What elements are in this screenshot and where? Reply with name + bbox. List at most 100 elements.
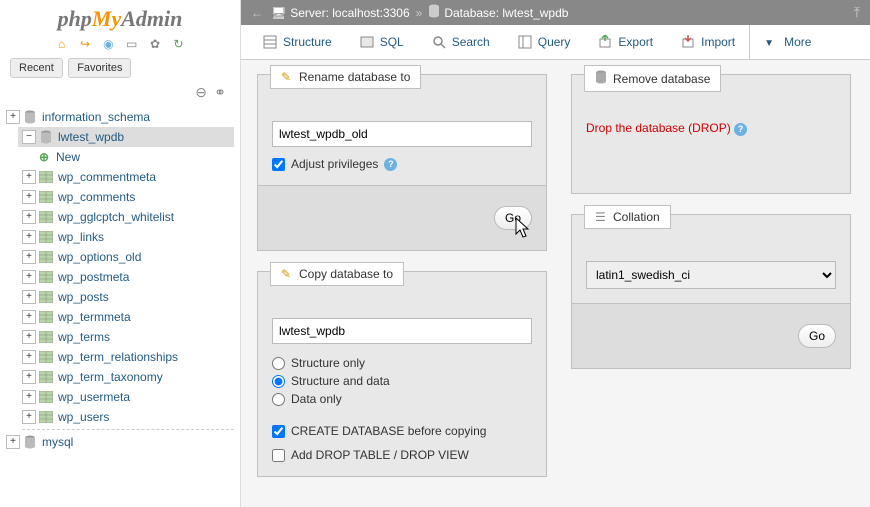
- data-only-label[interactable]: Data only: [291, 392, 342, 406]
- tree-toggle-icon[interactable]: +: [22, 230, 36, 244]
- tree-item-label[interactable]: wp_posts: [58, 290, 109, 304]
- tree-item-label[interactable]: wp_options_old: [58, 250, 141, 264]
- tree-toggle-icon[interactable]: −: [22, 130, 36, 144]
- sql-icon: [360, 35, 374, 49]
- tree-item-label[interactable]: wp_gglcptch_whitelist: [58, 210, 174, 224]
- tree-toggle-icon[interactable]: +: [22, 330, 36, 344]
- structure-only-label[interactable]: Structure only: [291, 356, 365, 370]
- tree-item[interactable]: + wp_comments: [22, 187, 234, 207]
- tree-item-label[interactable]: wp_term_taxonomy: [58, 370, 163, 384]
- tree-item-label[interactable]: wp_termmeta: [58, 310, 131, 324]
- tree-item[interactable]: + wp_term_taxonomy: [22, 367, 234, 387]
- link-icon[interactable]: ⚭: [214, 84, 226, 100]
- adjust-privileges-label[interactable]: Adjust privileges: [291, 157, 378, 171]
- tree-toggle-icon[interactable]: +: [22, 370, 36, 384]
- tree-item-label[interactable]: information_schema: [42, 110, 150, 124]
- info-icon[interactable]: ?: [384, 158, 397, 171]
- tree-item-label[interactable]: mysql: [42, 435, 73, 449]
- rename-go-button[interactable]: Go: [494, 206, 532, 230]
- tree-item[interactable]: + wp_postmeta: [22, 267, 234, 287]
- tree-toggle-icon[interactable]: +: [22, 350, 36, 364]
- tree-item[interactable]: + wp_commentmeta: [22, 167, 234, 187]
- favorites-tab[interactable]: Favorites: [68, 58, 131, 78]
- structure-data-radio[interactable]: [272, 375, 285, 388]
- info-icon[interactable]: ?: [734, 123, 747, 136]
- tree-item[interactable]: + wp_users: [22, 407, 234, 427]
- tree-item-label[interactable]: wp_term_relationships: [58, 350, 178, 364]
- reload-icon[interactable]: ↻: [170, 36, 186, 52]
- tree-item-label[interactable]: wp_terms: [58, 330, 110, 344]
- tree-toggle-icon[interactable]: +: [22, 270, 36, 284]
- tab-export[interactable]: Export: [584, 25, 667, 59]
- logout-icon[interactable]: ↪: [77, 36, 93, 52]
- database-icon: [595, 70, 609, 87]
- tree-item-label[interactable]: wp_commentmeta: [58, 170, 156, 184]
- tab-structure[interactable]: Structure: [249, 25, 346, 59]
- tree-item-label[interactable]: lwtest_wpdb: [58, 130, 124, 144]
- server-value[interactable]: localhost:3306: [332, 6, 409, 20]
- tree-toggle-icon[interactable]: +: [22, 290, 36, 304]
- tree-toggle-icon[interactable]: +: [22, 310, 36, 324]
- sql-icon[interactable]: ▭: [124, 36, 140, 52]
- copy-input[interactable]: [272, 318, 532, 344]
- tab-sql[interactable]: SQL: [346, 25, 418, 59]
- tree-item[interactable]: − lwtest_wpdb: [18, 127, 234, 147]
- tab-import[interactable]: Import: [667, 25, 749, 59]
- db-value[interactable]: lwtest_wpdb: [502, 6, 568, 20]
- unlink-icon[interactable]: ⊖: [195, 84, 207, 100]
- server-icon: 🖥: [271, 6, 286, 20]
- collapse-icon[interactable]: ←: [251, 6, 263, 20]
- home-icon[interactable]: ⌂: [54, 36, 70, 52]
- tree-item-label[interactable]: wp_usermeta: [58, 390, 130, 404]
- rename-input[interactable]: [272, 121, 532, 147]
- breadcrumb: ← 🖥 Server: localhost:3306 » Database: l…: [241, 0, 870, 25]
- structure-data-label[interactable]: Structure and data: [291, 374, 390, 388]
- create-db-checkbox[interactable]: [272, 425, 285, 438]
- create-db-label[interactable]: CREATE DATABASE before copying: [291, 424, 486, 438]
- tree-toggle-icon[interactable]: +: [22, 190, 36, 204]
- tree-item-label[interactable]: wp_comments: [58, 190, 135, 204]
- structure-icon: [263, 35, 277, 49]
- adjust-privileges-checkbox[interactable]: [272, 158, 285, 171]
- tree-toggle-icon[interactable]: +: [22, 250, 36, 264]
- table-icon: [38, 329, 54, 345]
- tab-more[interactable]: ▼More: [749, 25, 825, 59]
- tab-query[interactable]: Query: [504, 25, 585, 59]
- drop-table-label[interactable]: Add DROP TABLE / DROP VIEW: [291, 448, 469, 462]
- collation-select[interactable]: latin1_swedish_ci: [586, 261, 836, 289]
- tab-search[interactable]: Search: [418, 25, 504, 59]
- data-only-radio[interactable]: [272, 393, 285, 406]
- tree-item-label[interactable]: wp_links: [58, 230, 104, 244]
- settings-icon[interactable]: ✿: [147, 36, 163, 52]
- tree-toggle-icon[interactable]: +: [22, 210, 36, 224]
- tree-item[interactable]: + wp_gglcptch_whitelist: [22, 207, 234, 227]
- logo[interactable]: phpMyAdmin: [0, 0, 240, 34]
- tree-item[interactable]: ⊕New: [22, 147, 234, 167]
- tree-item[interactable]: + wp_options_old: [22, 247, 234, 267]
- drop-database-link[interactable]: Drop the database (DROP): [586, 121, 731, 135]
- tree-toggle-icon[interactable]: +: [6, 110, 20, 124]
- tree-item[interactable]: + wp_termmeta: [22, 307, 234, 327]
- docs-icon[interactable]: ◉: [100, 36, 116, 52]
- tree-item-label[interactable]: wp_postmeta: [58, 270, 129, 284]
- tree-toggle-icon[interactable]: +: [22, 410, 36, 424]
- collation-go-button[interactable]: Go: [798, 324, 836, 348]
- tree-item[interactable]: + wp_terms: [22, 327, 234, 347]
- tree-item[interactable]: + information_schema: [6, 107, 234, 127]
- tree-item[interactable]: + mysql: [6, 432, 234, 452]
- tree-item-label[interactable]: New: [56, 150, 80, 164]
- drop-table-checkbox[interactable]: [272, 449, 285, 462]
- table-icon: [38, 209, 54, 225]
- tree-item[interactable]: + wp_usermeta: [22, 387, 234, 407]
- structure-only-radio[interactable]: [272, 357, 285, 370]
- copy-legend-text: Copy database to: [299, 267, 393, 281]
- tree-toggle-icon[interactable]: +: [6, 435, 20, 449]
- recent-tab[interactable]: Recent: [10, 58, 63, 78]
- tree-toggle-icon[interactable]: +: [22, 170, 36, 184]
- tree-item-label[interactable]: wp_users: [58, 410, 109, 424]
- tree-item[interactable]: + wp_term_relationships: [22, 347, 234, 367]
- tree-toggle-icon[interactable]: +: [22, 390, 36, 404]
- tree-item[interactable]: + wp_posts: [22, 287, 234, 307]
- tree-item[interactable]: + wp_links: [22, 227, 234, 247]
- scroll-top-icon[interactable]: ⤒: [854, 4, 860, 21]
